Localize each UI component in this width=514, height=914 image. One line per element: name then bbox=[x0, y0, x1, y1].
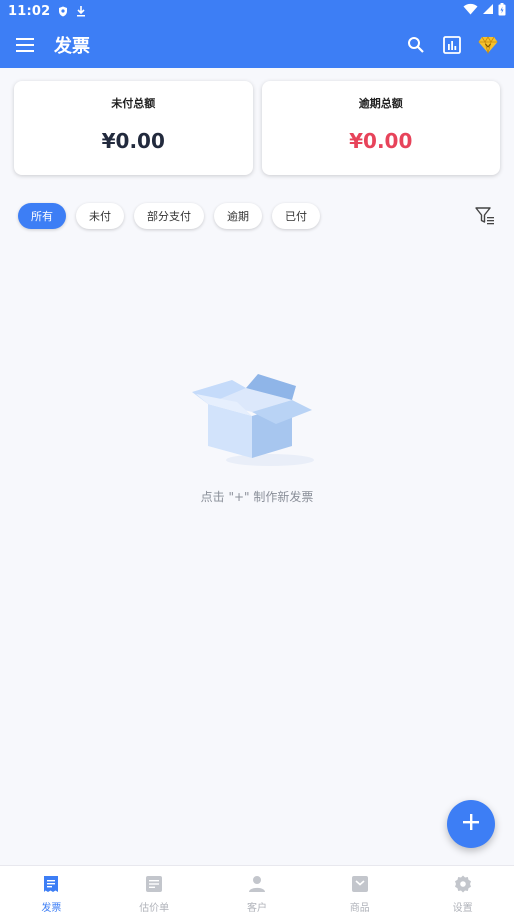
chip-partially-paid[interactable]: 部分支付 bbox=[134, 203, 204, 229]
nav-item-invoices[interactable]: 发票 bbox=[0, 866, 103, 914]
nav-item-estimates[interactable]: 估价单 bbox=[103, 866, 206, 914]
premium-diamond-icon[interactable] bbox=[476, 33, 500, 57]
empty-state-message: 点击 "+" 制作新发票 bbox=[200, 490, 314, 504]
app-bar: 发票 bbox=[0, 22, 514, 68]
overdue-total-value: ¥0.00 bbox=[349, 129, 413, 153]
download-icon bbox=[76, 5, 86, 17]
nav-label: 估价单 bbox=[139, 903, 170, 914]
gear-icon bbox=[454, 875, 472, 897]
wifi-icon bbox=[463, 3, 478, 19]
report-chart-icon[interactable] bbox=[440, 33, 464, 57]
status-time: 11:02 bbox=[8, 3, 51, 19]
estimate-icon bbox=[145, 875, 163, 897]
overdue-total-label: 逾期总额 bbox=[358, 97, 403, 110]
menu-icon[interactable] bbox=[14, 34, 36, 56]
empty-box-illustration bbox=[192, 372, 322, 476]
empty-state: 点击 "+" 制作新发票 bbox=[0, 372, 514, 505]
top-header: 11:02 发票 bbox=[0, 0, 514, 68]
nav-item-products[interactable]: 商品 bbox=[308, 866, 411, 914]
nav-item-clients[interactable]: 客户 bbox=[206, 866, 309, 914]
overdue-total-card: 逾期总额 ¥0.00 bbox=[261, 81, 500, 175]
plus-icon bbox=[462, 813, 480, 835]
product-icon bbox=[351, 875, 369, 897]
invoice-icon bbox=[42, 875, 60, 897]
bottom-navigation: 发票 估价单 客户 商品 设置 bbox=[0, 865, 514, 914]
chip-overdue[interactable]: 逾期 bbox=[214, 203, 262, 229]
signal-icon bbox=[482, 3, 494, 19]
nav-label: 设置 bbox=[452, 903, 473, 914]
filter-icon[interactable] bbox=[474, 205, 496, 227]
unpaid-total-card: 未付总额 ¥0.00 bbox=[14, 81, 253, 175]
add-invoice-button[interactable] bbox=[447, 800, 495, 848]
nav-item-settings[interactable]: 设置 bbox=[411, 866, 514, 914]
chip-unpaid[interactable]: 未付 bbox=[76, 203, 124, 229]
page-title: 发票 bbox=[54, 36, 90, 57]
shield-icon bbox=[58, 6, 68, 17]
search-icon[interactable] bbox=[404, 33, 428, 57]
chip-all[interactable]: 所有 bbox=[18, 203, 66, 229]
person-icon bbox=[248, 875, 266, 897]
unpaid-total-label: 未付总额 bbox=[111, 97, 156, 110]
nav-label: 客户 bbox=[246, 903, 267, 914]
nav-label: 商品 bbox=[349, 903, 370, 914]
battery-icon bbox=[498, 2, 506, 20]
chip-paid[interactable]: 已付 bbox=[272, 203, 320, 229]
unpaid-total-value: ¥0.00 bbox=[101, 129, 165, 153]
summary-cards: 未付总额 ¥0.00 逾期总额 ¥0.00 bbox=[14, 81, 500, 175]
nav-label: 发票 bbox=[41, 903, 62, 914]
status-filter-chips: 所有 未付 部分支付 逾期 已付 bbox=[18, 203, 320, 229]
status-bar: 11:02 bbox=[0, 0, 514, 22]
